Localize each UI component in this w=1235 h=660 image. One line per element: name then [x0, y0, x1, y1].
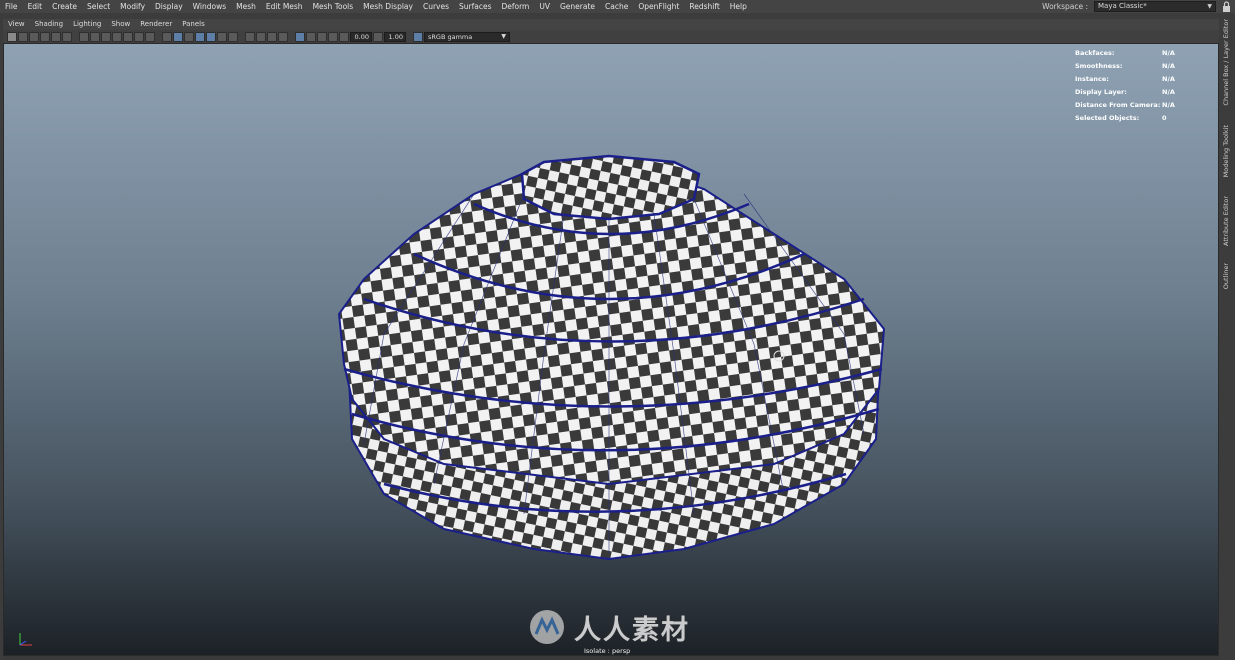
- menu-deform[interactable]: Deform: [496, 0, 534, 13]
- chevron-down-icon: ▼: [1207, 3, 1212, 10]
- panel-menu-shading[interactable]: Shading: [30, 19, 68, 30]
- menu-mesh-display[interactable]: Mesh Display: [358, 0, 418, 13]
- menu-mesh[interactable]: Mesh: [231, 0, 261, 13]
- workspace-value: Maya Classic*: [1098, 2, 1147, 10]
- wireframe-icon[interactable]: [162, 31, 172, 42]
- anti-aliasing-icon[interactable]: [267, 31, 277, 42]
- wireframe-on-shaded-icon[interactable]: [195, 31, 205, 42]
- menu-modify[interactable]: Modify: [115, 0, 150, 13]
- menu-file[interactable]: File: [0, 0, 23, 13]
- safe-action-icon[interactable]: [134, 31, 144, 42]
- shadows-icon[interactable]: [228, 31, 238, 42]
- right-tab-strip: Channel Box / Layer Editor Modeling Tool…: [1219, 13, 1235, 660]
- ambient-occlusion-icon[interactable]: [245, 31, 255, 42]
- mesh-opening: [520, 154, 701, 221]
- tab-attribute-editor[interactable]: Attribute Editor: [1222, 196, 1230, 246]
- hud-row: Instance: N/A: [1075, 74, 1175, 83]
- watermark-logo-icon: [530, 610, 564, 644]
- menu-surfaces[interactable]: Surfaces: [454, 0, 496, 13]
- chevron-down-icon: ▼: [501, 32, 506, 40]
- smooth-shade-icon[interactable]: [173, 31, 183, 42]
- panel-menubar: View Shading Lighting Show Renderer Pane…: [3, 19, 1219, 30]
- menu-curves[interactable]: Curves: [418, 0, 454, 13]
- workspace-selector: Workspace : Maya Classic* ▼: [1042, 0, 1231, 13]
- heads-up-display: Backfaces: N/A Smoothness: N/A Instance: N/…: [1075, 46, 1215, 124]
- menu-mesh-tools[interactable]: Mesh Tools: [308, 0, 359, 13]
- field-chart-icon[interactable]: [123, 31, 133, 42]
- menu-display[interactable]: Display: [150, 0, 188, 13]
- watermark-text: 人人素材: [574, 614, 690, 646]
- default-material-icon[interactable]: [184, 31, 194, 42]
- bookmark-icon[interactable]: [29, 31, 39, 42]
- toolbar-separator: [73, 32, 78, 42]
- hud-row: Display Layer: N/A: [1075, 87, 1175, 96]
- menu-openflight[interactable]: OpenFlight: [633, 0, 684, 13]
- grid-icon[interactable]: [79, 31, 89, 42]
- two-d-pan-icon[interactable]: [62, 31, 72, 42]
- menu-generate[interactable]: Generate: [555, 0, 600, 13]
- watermark: 人人素材: [528, 607, 728, 647]
- panel-menu-renderer[interactable]: Renderer: [135, 19, 177, 30]
- panel-menu-lighting[interactable]: Lighting: [68, 19, 106, 30]
- select-camera-icon[interactable]: [7, 31, 17, 42]
- view-transform-dropdown[interactable]: sRGB gamma ▼: [424, 31, 510, 42]
- exposure-icon[interactable]: [339, 31, 349, 42]
- menu-help[interactable]: Help: [725, 0, 752, 13]
- isolate-label: Isolate : persp: [584, 647, 631, 655]
- hud-row: Selected Objects: 0: [1075, 113, 1167, 122]
- panel-menu-panels[interactable]: Panels: [177, 19, 210, 30]
- gate-mask-icon[interactable]: [112, 31, 122, 42]
- toolbar-separator: [156, 32, 161, 42]
- menu-select[interactable]: Select: [82, 0, 115, 13]
- menu-cache[interactable]: Cache: [600, 0, 633, 13]
- panel-toolbar: 0.00 1.00 sRGB gamma ▼: [3, 30, 1219, 43]
- workspace-label: Workspace :: [1042, 2, 1088, 11]
- panel-menu-show[interactable]: Show: [106, 19, 135, 30]
- motion-blur-icon[interactable]: [256, 31, 266, 42]
- isolate-select-icon[interactable]: [295, 31, 305, 42]
- xray-icon[interactable]: [306, 31, 316, 42]
- xray-active-icon[interactable]: [317, 31, 327, 42]
- hud-row: Backfaces: N/A: [1075, 48, 1175, 57]
- menu-uv[interactable]: UV: [534, 0, 555, 13]
- tab-modeling-toolkit[interactable]: Modeling Toolkit: [1222, 125, 1230, 177]
- viewport-persp[interactable]: Backfaces: N/A Smoothness: N/A Instance: N/…: [3, 43, 1219, 656]
- resolution-gate-icon[interactable]: [101, 31, 111, 42]
- toolbar-separator: [239, 32, 244, 42]
- menu-redshift[interactable]: Redshift: [684, 0, 724, 13]
- color-management-icon[interactable]: [413, 31, 423, 42]
- checkered-mesh: [337, 154, 886, 561]
- workspace-dropdown[interactable]: Maya Classic* ▼: [1094, 1, 1216, 12]
- grease-pencil-icon[interactable]: [51, 31, 61, 42]
- tab-outliner[interactable]: Outliner: [1222, 263, 1230, 289]
- textured-icon[interactable]: [206, 31, 216, 42]
- hud-row: Distance From Camera: N/A: [1075, 100, 1175, 109]
- menu-windows[interactable]: Windows: [188, 0, 231, 13]
- main-menubar: File Edit Create Select Modify Display W…: [0, 0, 1235, 13]
- hud-row: Smoothness: N/A: [1075, 61, 1175, 70]
- menu-edit-mesh[interactable]: Edit Mesh: [261, 0, 308, 13]
- gamma-icon[interactable]: [373, 31, 383, 42]
- depth-of-field-icon[interactable]: [278, 31, 288, 42]
- use-all-lights-icon[interactable]: [217, 31, 227, 42]
- film-gate-icon[interactable]: [90, 31, 100, 42]
- panel-menu-view[interactable]: View: [3, 19, 30, 30]
- safe-title-icon[interactable]: [145, 31, 155, 42]
- toolbar-separator: [407, 32, 412, 42]
- menu-edit[interactable]: Edit: [23, 0, 48, 13]
- image-plane-icon[interactable]: [40, 31, 50, 42]
- xray-joints-icon[interactable]: [328, 31, 338, 42]
- toolbar-separator: [289, 32, 294, 42]
- exposure-field[interactable]: 0.00: [350, 31, 372, 42]
- axis-gizmo-icon: [19, 633, 32, 646]
- camera-attributes-icon[interactable]: [18, 31, 28, 42]
- view-transform-value: sRGB gamma: [428, 32, 473, 41]
- menu-create[interactable]: Create: [47, 0, 82, 13]
- tab-channel-box[interactable]: Channel Box / Layer Editor: [1222, 19, 1230, 106]
- lock-icon[interactable]: [1222, 1, 1231, 12]
- gamma-field[interactable]: 1.00: [384, 31, 406, 42]
